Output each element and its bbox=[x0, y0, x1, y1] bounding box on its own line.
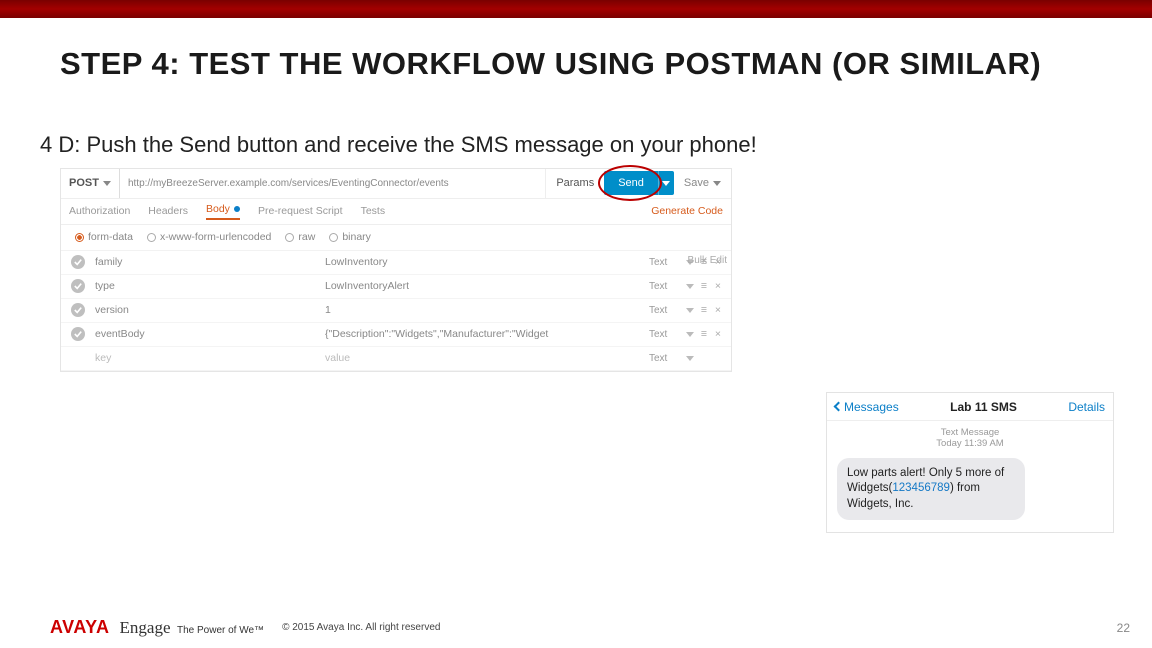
row-check-icon[interactable] bbox=[71, 279, 85, 293]
save-label: Save bbox=[684, 177, 709, 189]
form-key[interactable]: version bbox=[95, 304, 325, 316]
chevron-down-icon bbox=[103, 181, 111, 186]
form-type[interactable]: Text bbox=[649, 281, 683, 292]
radio-binary[interactable]: binary bbox=[329, 231, 371, 243]
form-type[interactable]: Text bbox=[649, 353, 683, 364]
chevron-down-icon[interactable] bbox=[683, 280, 697, 292]
sms-bubble: Low parts alert! Only 5 more of Widgets(… bbox=[837, 458, 1025, 521]
drag-icon[interactable]: ≡ bbox=[697, 304, 711, 316]
slide-top-accent bbox=[0, 0, 1152, 18]
row-check-icon[interactable] bbox=[71, 303, 85, 317]
remove-icon[interactable]: × bbox=[711, 304, 725, 316]
generate-code-link[interactable]: Generate Code bbox=[651, 205, 723, 217]
form-type[interactable]: Text bbox=[649, 257, 683, 268]
avaya-logo: AVAYA bbox=[50, 617, 110, 638]
chevron-down-icon bbox=[662, 181, 670, 186]
modified-dot-icon bbox=[234, 206, 240, 212]
drag-icon[interactable]: ≡ bbox=[697, 328, 711, 340]
form-row: type LowInventoryAlert Text ≡ × bbox=[61, 275, 731, 299]
form-type[interactable]: Text bbox=[649, 305, 683, 316]
radio-urlencoded[interactable]: x-www-form-urlencoded bbox=[147, 231, 271, 243]
tab-tests[interactable]: Tests bbox=[361, 205, 386, 217]
remove-icon[interactable]: × bbox=[711, 328, 725, 340]
phone-sms-preview: Messages Lab 11 SMS Details Text Message… bbox=[826, 392, 1114, 533]
form-value[interactable]: LowInventory bbox=[325, 256, 649, 268]
tab-headers[interactable]: Headers bbox=[148, 205, 188, 217]
chevron-down-icon[interactable] bbox=[683, 352, 697, 364]
drag-icon[interactable]: ≡ bbox=[697, 280, 711, 292]
params-button[interactable]: Params bbox=[545, 169, 604, 198]
http-method-label: POST bbox=[69, 177, 99, 189]
copyright: © 2015 Avaya Inc. All right reserved bbox=[282, 622, 440, 633]
tab-body[interactable]: Body bbox=[206, 203, 240, 220]
form-value[interactable]: 1 bbox=[325, 304, 649, 316]
form-row-empty: key value Text bbox=[61, 347, 731, 371]
remove-icon[interactable]: × bbox=[711, 280, 725, 292]
save-button[interactable]: Save bbox=[674, 177, 731, 189]
tagline: The Power of We™ bbox=[177, 625, 264, 636]
form-key[interactable]: eventBody bbox=[95, 328, 325, 340]
form-row: family LowInventory Text ≡ × bbox=[61, 251, 731, 275]
slide-footer: AVAYA Engage The Power of We™ © 2015 Ava… bbox=[0, 617, 1152, 638]
phone-nav: Messages Lab 11 SMS Details bbox=[827, 393, 1113, 421]
request-bar: POST http://myBreezeServer.example.com/s… bbox=[61, 169, 731, 199]
chevron-left-icon bbox=[834, 402, 844, 412]
form-key[interactable]: family bbox=[95, 256, 325, 268]
page-number: 22 bbox=[1117, 621, 1130, 635]
row-check-icon[interactable] bbox=[71, 255, 85, 269]
form-key-placeholder[interactable]: key bbox=[95, 352, 325, 364]
form-row: eventBody {"Description":"Widgets","Manu… bbox=[61, 323, 731, 347]
message-timestamp: Text Message Today 11:39 AM bbox=[827, 421, 1113, 454]
form-type[interactable]: Text bbox=[649, 329, 683, 340]
body-type-row: form-data x-www-form-urlencoded raw bina… bbox=[61, 225, 731, 251]
chevron-down-icon bbox=[713, 181, 721, 186]
row-check-icon[interactable] bbox=[71, 327, 85, 341]
tab-authorization[interactable]: Authorization bbox=[69, 205, 130, 217]
phone-number-link[interactable]: 123456789 bbox=[892, 482, 950, 494]
postman-panel: POST http://myBreezeServer.example.com/s… bbox=[60, 168, 732, 372]
form-value[interactable]: LowInventoryAlert bbox=[325, 280, 649, 292]
chevron-down-icon[interactable] bbox=[683, 328, 697, 340]
back-button[interactable]: Messages bbox=[835, 400, 899, 414]
form-row: version 1 Text ≡ × bbox=[61, 299, 731, 323]
slide-subtitle: 4 D: Push the Send button and receive th… bbox=[0, 92, 1152, 164]
http-method-select[interactable]: POST bbox=[61, 169, 120, 198]
chevron-down-icon[interactable] bbox=[683, 304, 697, 316]
bulk-edit-link[interactable]: Bulk Edit bbox=[688, 255, 727, 266]
send-button[interactable]: Send bbox=[604, 171, 658, 195]
radio-raw[interactable]: raw bbox=[285, 231, 315, 243]
url-input[interactable]: http://myBreezeServer.example.com/servic… bbox=[120, 178, 545, 189]
form-key[interactable]: type bbox=[95, 280, 325, 292]
request-tabs: Authorization Headers Body Pre-request S… bbox=[61, 199, 731, 225]
form-value-placeholder[interactable]: value bbox=[325, 352, 649, 364]
send-button-group: Send bbox=[604, 171, 674, 195]
footer-logo: AVAYA Engage The Power of We™ bbox=[50, 617, 264, 638]
engage-logo: Engage bbox=[120, 618, 171, 637]
radio-form-data[interactable]: form-data bbox=[75, 231, 133, 243]
conversation-title: Lab 11 SMS bbox=[899, 400, 1069, 414]
back-label: Messages bbox=[844, 400, 899, 414]
tab-prerequest[interactable]: Pre-request Script bbox=[258, 205, 343, 217]
slide-title: STEP 4: TEST THE WORKFLOW USING POSTMAN … bbox=[0, 18, 1152, 92]
details-link[interactable]: Details bbox=[1068, 400, 1105, 414]
form-value[interactable]: {"Description":"Widgets","Manufacturer":… bbox=[325, 328, 649, 340]
send-dropdown[interactable] bbox=[658, 171, 674, 195]
